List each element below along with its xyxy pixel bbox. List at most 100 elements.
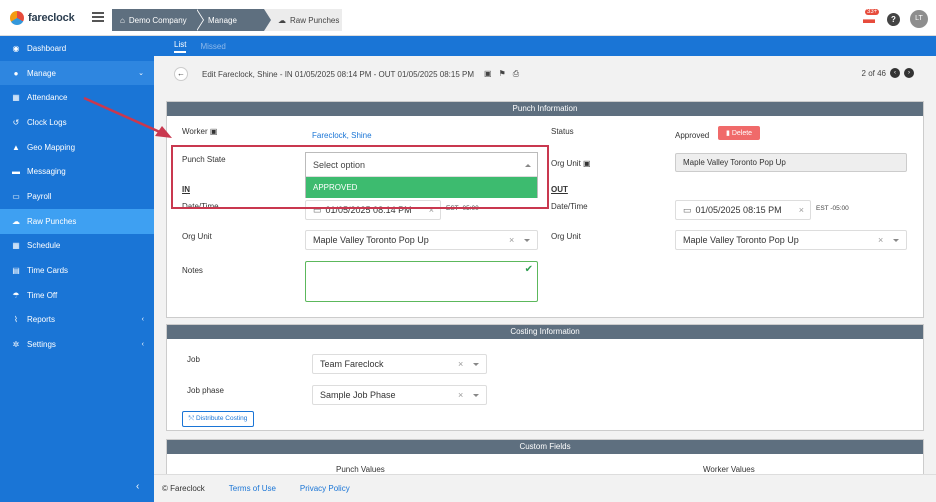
out-org-unit-select[interactable]: Maple Valley Toronto Pop Up × [675, 230, 907, 250]
hamburger-menu-icon[interactable] [92, 12, 104, 22]
worker-values-label: Worker Values [703, 465, 755, 474]
back-arrow-icon[interactable]: ← [174, 67, 188, 81]
notes-textarea[interactable]: ✔ [305, 261, 538, 302]
sidebar-item-label: Manage [27, 68, 56, 78]
clear-icon[interactable]: × [509, 235, 514, 245]
breadcrumb-company-label: Demo Company [128, 15, 187, 25]
job-phase-value: Sample Job Phase [320, 390, 396, 400]
sidebar-item-label: Time Cards [27, 266, 69, 276]
breadcrumb-manage-label: Manage [208, 15, 237, 25]
delete-label: Delete [731, 130, 753, 137]
distribute-costing-label: Distribute Costing [196, 415, 248, 422]
distribute-costing-button[interactable]: ⤲ Distribute Costing [182, 411, 255, 427]
clear-icon[interactable]: × [878, 235, 883, 245]
in-datetime-label: Date/Time [182, 202, 219, 211]
sidebar-item-label: Clock Logs [27, 117, 67, 127]
out-org-unit-label: Org Unit [551, 232, 581, 241]
attendance-icon: ▦ [12, 93, 20, 103]
terms-link[interactable]: Terms of Use [229, 484, 276, 493]
next-icon[interactable]: › [904, 68, 914, 78]
in-org-unit-label: Org Unit [182, 232, 212, 241]
user-icon: ● [13, 68, 19, 78]
app-logo[interactable]: fareclock [10, 11, 75, 25]
sidebar-item-payroll[interactable]: ▭ Payroll [0, 184, 154, 209]
job-phase-select[interactable]: Sample Job Phase × [312, 385, 487, 405]
sidebar-item-time-off[interactable]: ☂ Time Off [0, 283, 154, 308]
tab-list[interactable]: List [174, 40, 187, 53]
sidebar-item-reports[interactable]: ⌇ Reports ‹ [0, 308, 154, 333]
edit-title: Edit Fareclock, Shine - IN 01/05/2025 08… [202, 69, 475, 79]
help-icon[interactable]: ? [887, 12, 900, 26]
run-icon[interactable]: ⚑ [499, 69, 506, 79]
punch-state-select[interactable]: Select option APPROVED [305, 152, 538, 198]
status-value: Approved [675, 131, 710, 140]
in-datetime-field[interactable]: ▭ 01/05/2025 08:14 PM × [305, 200, 441, 220]
breadcrumb-separator [196, 9, 203, 31]
worker-link[interactable]: Fareclock, Shine [312, 131, 372, 140]
sidebar-item-time-cards[interactable]: ▤ Time Cards [0, 258, 154, 283]
org-unit-field: Maple Valley Toronto Pop Up [675, 153, 907, 172]
timecard-icon: ▤ [12, 266, 20, 276]
pager: 2 of 46 ‹ › [862, 68, 914, 78]
job-select[interactable]: Team Fareclock × [312, 354, 487, 374]
privacy-link[interactable]: Privacy Policy [300, 484, 350, 493]
sidebar-item-manage[interactable]: ● Manage ⌄ [0, 60, 154, 86]
calendar-icon: ▭ [683, 204, 692, 215]
clear-icon[interactable]: × [429, 205, 434, 215]
delete-button[interactable]: ▮ Delete [718, 126, 761, 140]
chart-icon: ⌇ [14, 315, 18, 325]
collapse-sidebar-icon[interactable]: ‹ [136, 481, 139, 492]
previous-icon[interactable]: ‹ [890, 68, 900, 78]
sidebar-item-dashboard[interactable]: ◉ Dashboard [0, 36, 154, 61]
app-name: fareclock [28, 12, 75, 24]
panel-header: Costing Information [167, 325, 923, 339]
cloud-icon: ☁ [12, 216, 20, 226]
sidebar-item-label: Schedule [27, 241, 61, 251]
worker-label: Worker ▣ [182, 127, 217, 136]
in-org-unit-select[interactable]: Maple Valley Toronto Pop Up × [305, 230, 538, 250]
id-card-icon[interactable]: ▣ [484, 69, 492, 79]
chevron-left-icon: ‹ [141, 316, 144, 324]
in-org-unit-value: Maple Valley Toronto Pop Up [313, 235, 429, 245]
map-icon: ▲ [12, 142, 20, 152]
sidebar-item-raw-punches[interactable]: ☁ Raw Punches [0, 208, 154, 234]
clear-icon[interactable]: × [458, 359, 463, 369]
sidebar-item-label: Dashboard [27, 43, 67, 53]
notification-icon[interactable]: ▬ 33+ [863, 9, 880, 26]
sidebar-item-settings[interactable]: ✲ Settings ‹ [0, 332, 154, 357]
pager-text: 2 of 46 [861, 68, 886, 78]
sidebar-item-schedule[interactable]: ▦ Schedule [0, 234, 154, 259]
chevron-down-icon [473, 394, 479, 397]
job-value: Team Fareclock [320, 359, 384, 369]
out-heading: OUT [551, 185, 568, 194]
punch-state-select-input[interactable]: Select option [306, 153, 537, 177]
notification-badge: 33+ [865, 9, 880, 15]
panel-header: Custom Fields [167, 440, 923, 454]
print-icon[interactable]: ⎙ [513, 69, 519, 79]
job-phase-label: Job phase [187, 386, 224, 395]
breadcrumb-company[interactable]: ⌂ Demo Company [112, 9, 198, 31]
clear-icon[interactable]: × [458, 390, 463, 400]
clear-icon[interactable]: × [799, 205, 804, 215]
breadcrumb-raw-punches[interactable]: ☁ Raw Punches [264, 9, 342, 31]
org-unit-label-text: Org Unit [551, 159, 581, 168]
calendar-icon: ▦ [12, 241, 20, 251]
user-avatar[interactable]: LT [910, 10, 928, 28]
chevron-left-icon: ‹ [141, 341, 144, 349]
out-datetime-field[interactable]: ▭ 01/05/2025 08:15 PM × [675, 200, 811, 220]
trash-icon: ▮ [726, 130, 730, 137]
tab-missed[interactable]: Missed [200, 42, 225, 51]
footer: © Fareclock Terms of Use Privacy Policy [154, 474, 936, 502]
sidebar-item-label: Raw Punches [27, 216, 77, 226]
breadcrumb-manage[interactable]: Manage [198, 9, 264, 31]
option-approved[interactable]: APPROVED [306, 177, 537, 198]
in-timezone: EST -05:00 [446, 205, 479, 212]
breadcrumb-raw-punches-label: Raw Punches [290, 15, 340, 25]
job-label: Job [187, 355, 200, 364]
sidebar-item-messaging[interactable]: ▬ Messaging [0, 159, 154, 184]
id-card-icon: ▣ [583, 159, 591, 168]
breadcrumb-separator [264, 9, 271, 31]
sidebar-item-label: Time Off [27, 290, 58, 300]
sidebar-item-label: Settings [27, 340, 56, 350]
worker-label-text: Worker [182, 127, 208, 136]
